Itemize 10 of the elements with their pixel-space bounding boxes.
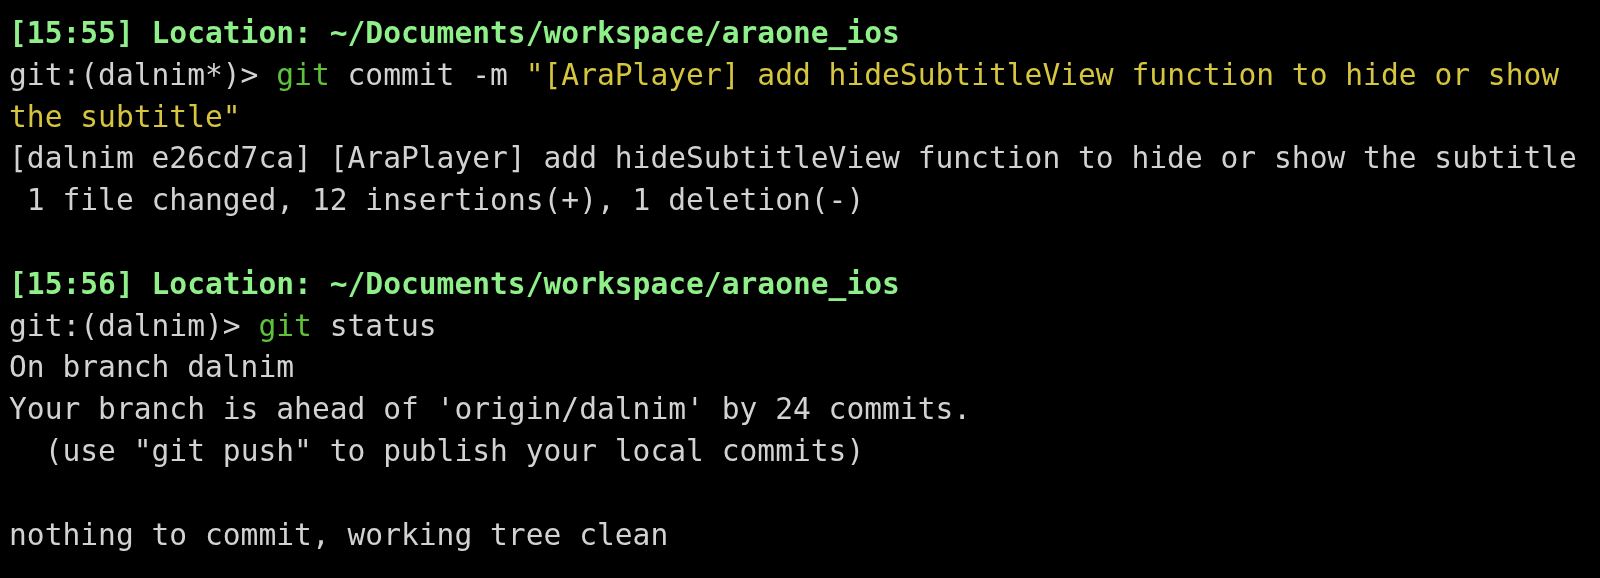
output-line: [dalnim e26cd7ca] [AraPlayer] add hideSubtitleView function to hide or show the subtitle (9, 141, 1577, 176)
command-line: git:(dalnim)> git status (9, 307, 438, 345)
output-line: nothing to commit, working tree clean (9, 517, 669, 552)
output-line: 1 file changed, 12 insertions(+), 1 deletion(-) (25, 183, 865, 218)
location-header: [15:55] Location: ~/Documents/workspace/araone_ios (9, 16, 900, 50)
output-line: Your branch is ahead of 'origin/dalnim' by 24 commits. (9, 392, 972, 427)
output-line: On branch dalnim (9, 350, 295, 385)
location-header: [15:56] Location: ~/Documents/workspace/araone_ios (9, 266, 900, 301)
command-line: git:(dalnim*)> git commit -m "[AraPlayer] add hideSubtitleView function to hide or show the subtitle" (9, 56, 1561, 136)
output-line: (use "git push" to publish your local commits) (43, 433, 865, 468)
